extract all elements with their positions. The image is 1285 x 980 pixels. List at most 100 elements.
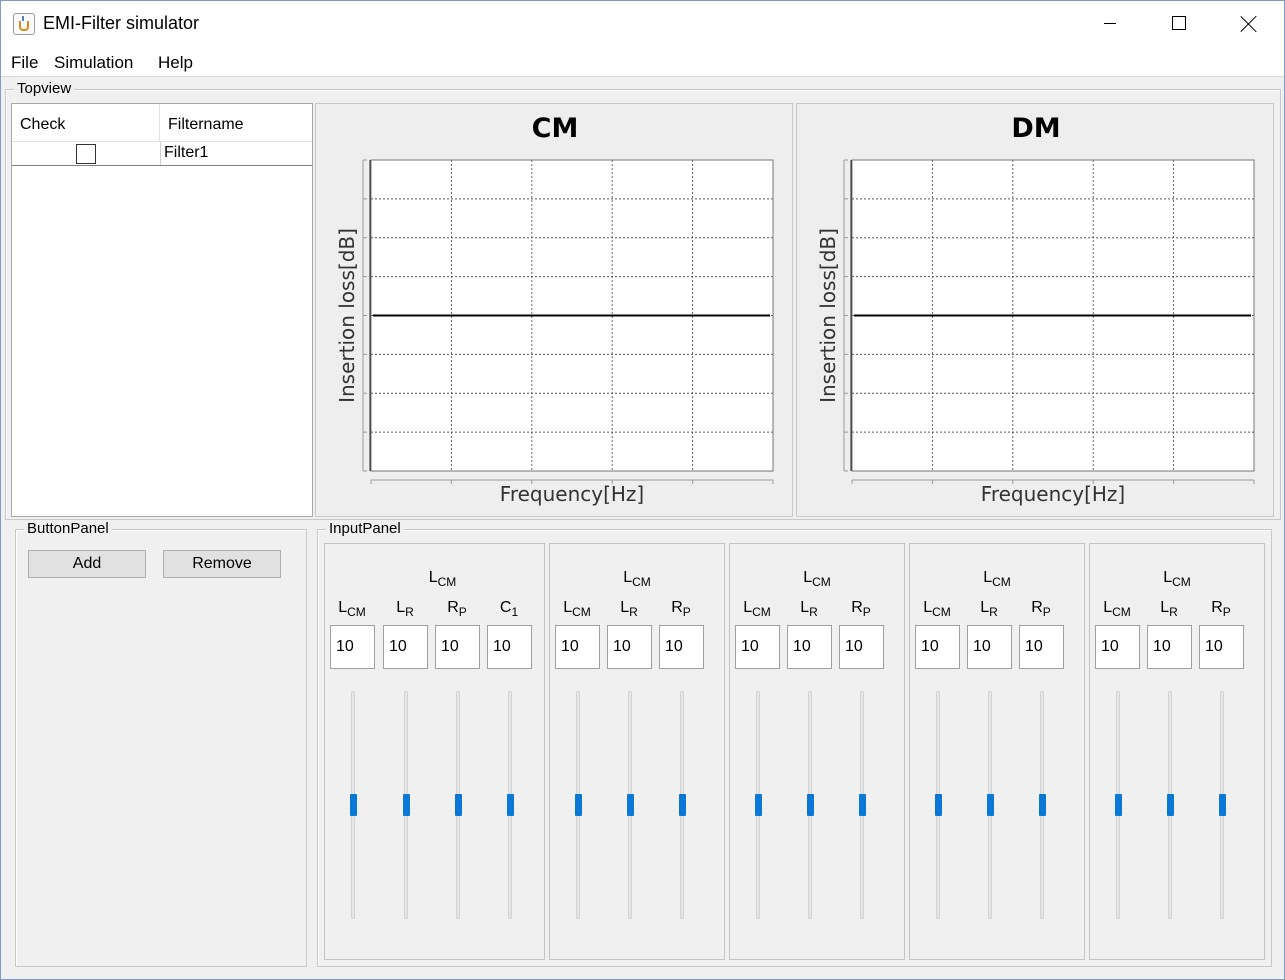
param-label-c1: C1 — [489, 599, 529, 619]
param-value-field[interactable]: 10 — [735, 625, 780, 669]
dm-chart-panel: DM Frequency[Hz] Insertion loss[dB] — [796, 103, 1274, 517]
param-value-field[interactable]: 10 — [435, 625, 480, 669]
param-label-rp: RP — [437, 599, 477, 619]
add-button[interactable]: Add — [28, 550, 146, 578]
param-value-field[interactable]: 10 — [607, 625, 652, 669]
cm-chart-title: CM — [532, 113, 579, 144]
dm-y-axis-label: Insertion loss[dB] — [816, 228, 840, 403]
group-header-label-main: L — [1163, 569, 1173, 586]
param-slider-thumb[interactable] — [859, 794, 866, 816]
filter-table: Check Filtername Filter1 — [11, 103, 313, 517]
param-slider-thumb[interactable] — [755, 794, 762, 816]
column-header-check[interactable]: Check — [12, 104, 160, 142]
param-value-field[interactable]: 10 — [1019, 625, 1064, 669]
param-label-lcm-main: L — [338, 599, 348, 616]
param-label-rp: RP — [841, 599, 881, 619]
cm-chart-svg: CM Frequency[Hz] Insertion loss[dB] — [335, 113, 774, 506]
param-value-field[interactable]: 10 — [915, 625, 960, 669]
button-panel-legend: ButtonPanel — [24, 521, 112, 537]
param-value-field[interactable]: 10 — [1199, 625, 1244, 669]
param-label-lcm-sub: CM — [572, 605, 591, 619]
param-label-lcm: LCM — [557, 599, 597, 619]
param-slider-thumb[interactable] — [679, 794, 686, 816]
param-label-lr-main: L — [980, 599, 990, 616]
group-header-label: LCM — [977, 569, 1017, 589]
param-slider-thumb[interactable] — [575, 794, 582, 816]
title-bar[interactable]: EMI-Filter simulator — [1, 1, 1284, 45]
param-slider-thumb[interactable] — [1167, 794, 1174, 816]
param-label-lcm-sub: CM — [932, 605, 951, 619]
param-value-field[interactable]: 10 — [1095, 625, 1140, 669]
remove-button[interactable]: Remove — [163, 550, 281, 578]
param-label-lcm-sub: CM — [347, 605, 366, 619]
close-button[interactable] — [1214, 1, 1284, 45]
menu-help[interactable]: Help — [158, 53, 193, 73]
group-header-label: LCM — [1157, 569, 1197, 589]
param-label-lcm-main: L — [563, 599, 573, 616]
param-label-lcm: LCM — [737, 599, 777, 619]
param-label-lcm-main: L — [1103, 599, 1113, 616]
param-value-field[interactable]: 10 — [1147, 625, 1192, 669]
filter-name-cell[interactable]: Filter1 — [160, 142, 312, 165]
group-header-label: LCM — [797, 569, 837, 589]
table-row[interactable]: Filter1 — [12, 142, 312, 166]
group-header-label-sub: CM — [437, 575, 457, 589]
filter-check-checkbox[interactable] — [76, 144, 96, 164]
param-slider-thumb[interactable] — [1219, 794, 1226, 816]
param-label-rp-main: R — [447, 599, 459, 616]
param-value-field[interactable]: 10 — [839, 625, 884, 669]
param-value-field[interactable]: 10 — [659, 625, 704, 669]
param-label-lr-main: L — [800, 599, 810, 616]
param-slider-thumb[interactable] — [350, 794, 357, 816]
param-label-lcm-sub: CM — [752, 605, 771, 619]
param-slider-thumb[interactable] — [455, 794, 462, 816]
param-slider-thumb[interactable] — [403, 794, 410, 816]
menu-file[interactable]: File — [11, 53, 38, 73]
dm-x-axis-label: Frequency[Hz] — [981, 482, 1125, 506]
param-label-lr: LR — [969, 599, 1009, 619]
param-value-field[interactable]: 10 — [787, 625, 832, 669]
param-label-lr: LR — [385, 599, 425, 619]
param-slider-thumb[interactable] — [987, 794, 994, 816]
param-label-rp-sub: P — [682, 605, 691, 619]
maximize-button[interactable] — [1144, 1, 1214, 45]
main-window: EMI-Filter simulator File Simulation Hel… — [0, 0, 1285, 980]
param-label-lcm-main: L — [923, 599, 933, 616]
minimize-button[interactable] — [1074, 1, 1144, 45]
group-header-label-sub: CM — [812, 575, 831, 589]
param-label-rp-sub: P — [1222, 605, 1231, 619]
param-value-field[interactable]: 10 — [330, 625, 375, 669]
param-value-field[interactable]: 10 — [967, 625, 1012, 669]
param-label-rp-sub: P — [458, 605, 467, 619]
param-label-rp-main: R — [1211, 599, 1223, 616]
param-value-field[interactable]: 10 — [383, 625, 428, 669]
menu-bar: File Simulation Help — [1, 45, 1284, 77]
param-label-lcm: LCM — [332, 599, 372, 619]
param-slider-thumb[interactable] — [1115, 794, 1122, 816]
group-header-label: LCM — [423, 569, 463, 589]
param-slider-thumb[interactable] — [507, 794, 514, 816]
group-header-label-main: L — [623, 569, 633, 586]
param-slider-thumb[interactable] — [627, 794, 634, 816]
dm-chart-svg: DM Frequency[Hz] Insertion loss[dB] — [816, 113, 1255, 506]
java-app-icon[interactable] — [13, 13, 35, 35]
param-slider-thumb[interactable] — [935, 794, 942, 816]
param-slider-thumb[interactable] — [807, 794, 814, 816]
param-slider-thumb[interactable] — [1039, 794, 1046, 816]
param-label-lr-sub: R — [629, 605, 638, 619]
group-header-label-main: L — [803, 569, 813, 586]
group-header-label-main: L — [428, 569, 438, 586]
param-label-rp-main: R — [671, 599, 683, 616]
param-label-lr-main: L — [1160, 599, 1170, 616]
column-header-filtername[interactable]: Filtername — [160, 104, 312, 142]
menu-simulation[interactable]: Simulation — [54, 53, 133, 73]
param-label-lr-sub: R — [809, 605, 818, 619]
param-label-lr: LR — [789, 599, 829, 619]
param-label-rp-main: R — [1031, 599, 1043, 616]
param-value-field[interactable]: 10 — [487, 625, 532, 669]
param-label-lr: LR — [609, 599, 649, 619]
topview-legend: Topview — [14, 81, 75, 97]
param-label-lr-main: L — [620, 599, 630, 616]
param-value-field[interactable]: 10 — [555, 625, 600, 669]
param-label-rp-main: R — [851, 599, 863, 616]
